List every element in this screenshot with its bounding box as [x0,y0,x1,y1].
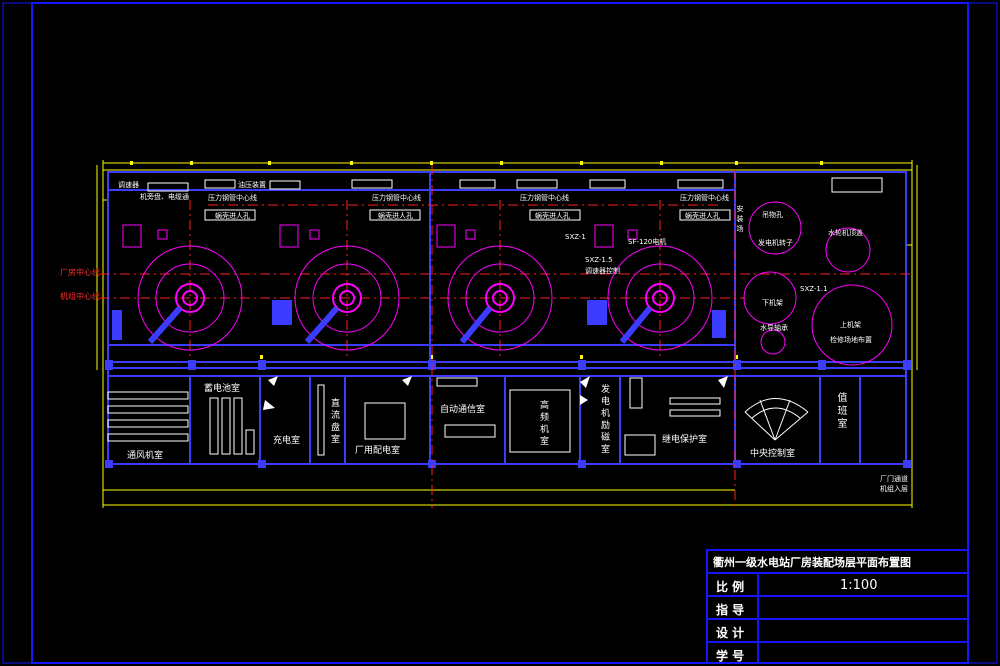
room-furniture [107,377,721,456]
generator-units [137,201,893,366]
room-relay-protection: 继电保护室 [662,435,708,445]
student-id-label: 学 号 [716,649,745,663]
room-plant-power: 厂用配电室 [355,446,401,456]
scale-label: 比 例 [716,580,745,594]
room-charging: 充电室 [273,436,301,446]
pipe-a-label: 机旁盘、电缆通 [140,193,189,201]
upper-frame-label: 上机架 [840,321,861,329]
room-entrance: 厂门通道 机组入层 [880,475,908,493]
hydro-model-label: SXZ-1.5 [585,256,613,264]
pressure-pipe-label-3: 压力钢管中心线 [520,194,569,202]
pressure-pipe-label-2: 压力钢管中心线 [372,194,421,202]
turbine-pit-label-2: 蜗壳进人孔 [378,212,413,220]
design-label: 设 计 [716,626,745,640]
crane-label: 吊物孔 [762,211,783,219]
room-auto-comm: 自动通信室 [440,405,486,415]
room-ventilation: 通风机室 [127,451,164,461]
pit-area-label: 检修场地布置 [830,336,872,344]
room-dc-screen: 直流盘室 [329,398,339,446]
governors [122,224,638,248]
room-duty: 值班室 [835,392,846,431]
turbine-pit-label-3: 蜗壳进人孔 [535,212,570,220]
room-central-control: 中央控制室 [750,449,796,459]
room-high-freq: 高频机室 [538,400,548,448]
guide-label: 指 导 [716,603,745,617]
gen-rotor-label: 发电机转子 [758,239,793,247]
drawing-title: 衢州一级水电站厂房装配场层平面布置图 [713,556,911,569]
plant-center-line-label: 厂房中心线 [60,268,100,277]
speed-gov-label: 调速器 [118,181,139,189]
oil-press-label: 油压装置 [238,181,266,189]
water-guide-label: 水导轴承 [760,324,788,332]
room-battery: 蓄电池室 [204,384,241,394]
box-tag: SXZ-1 [565,233,586,241]
pressure-pipe-label-1: 压力钢管中心线 [208,194,257,202]
room-gen-excitation: 发电机励磁室 [599,384,609,456]
pressure-pipe-label-4: 压力钢管中心线 [680,194,729,202]
turbine-pit-label-4: 蜗壳进人孔 [685,212,720,220]
unit-center-line-label: 机组中心线 [60,292,100,301]
lower-frame-label: 下机架 [762,299,783,307]
storage-area-label: 安装场 [736,205,744,235]
drawing-canvas: 厂房中心线 机组中心线 调速器 机旁盘、电缆通 油压装置 压力钢管中心线 压力钢… [0,0,1000,666]
rect-tag: SXZ-1.1 [800,285,828,293]
unit-model-label: SF-120电机 [628,238,667,246]
hydro-sub-label: 调速器控制 [585,267,620,275]
control-desk [744,398,809,441]
water-pit-label: 水轮机顶盖 [828,229,863,237]
scale-value: 1:100 [840,578,878,593]
turbine-pit-label-1: 蜗壳进人孔 [215,212,250,220]
